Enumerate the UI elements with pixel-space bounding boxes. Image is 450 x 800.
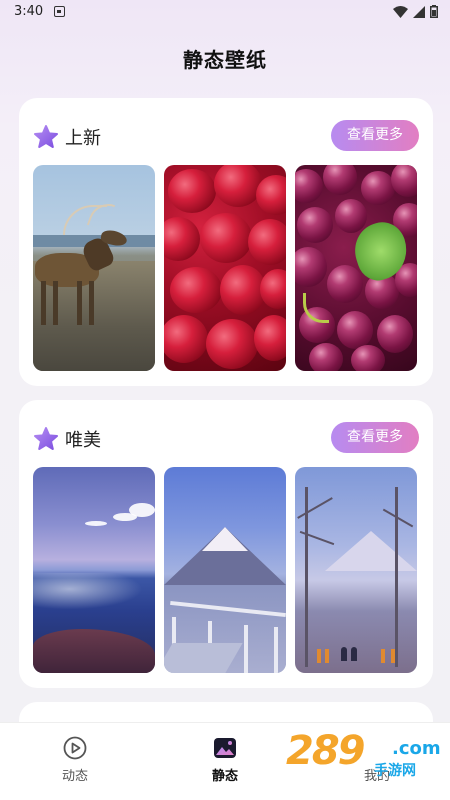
wifi-icon: [393, 5, 408, 18]
section-header: 唯美: [33, 422, 101, 456]
section-header: 上新: [33, 120, 101, 154]
play-circle-icon: [63, 736, 87, 760]
notification-icon: [54, 6, 65, 17]
wallpaper-thumb-winter-path[interactable]: [295, 467, 417, 673]
tab-label: 动态: [61, 769, 88, 784]
star-icon: [34, 125, 58, 148]
wallpaper-row: [33, 165, 419, 371]
page-title: 静态壁纸: [183, 48, 267, 72]
battery-icon: [430, 5, 438, 18]
section-card-new: 上新 查看更多: [19, 98, 433, 386]
wallpaper-thumb-grapes[interactable]: [295, 165, 417, 371]
wallpaper-thumb-raspberries[interactable]: [164, 165, 286, 371]
image-icon: [214, 738, 236, 758]
status-bar: 3:40: [0, 0, 450, 26]
tab-dynamic[interactable]: 动态: [30, 735, 120, 784]
wallpaper-thumb-seascape[interactable]: [33, 467, 155, 673]
view-more-button[interactable]: 查看更多: [331, 422, 419, 453]
wallpaper-row: [33, 467, 419, 673]
watermark-number: 289: [286, 728, 365, 774]
signal-icon: [413, 5, 425, 18]
view-more-button[interactable]: 查看更多: [331, 120, 419, 151]
wallpaper-thumb-mount-fuji[interactable]: [164, 467, 286, 673]
star-icon: [34, 427, 58, 450]
section-card-beautiful: 唯美 查看更多: [19, 400, 433, 688]
watermark-logo: 289 .com 手游网: [286, 728, 446, 788]
tab-label: 静态: [211, 769, 238, 784]
watermark-sub: 手游网: [374, 763, 416, 779]
status-icons: [393, 5, 438, 18]
wallpaper-thumb-elk[interactable]: [33, 165, 155, 371]
watermark-suffix: .com: [392, 738, 441, 759]
status-time: 3:40: [14, 4, 44, 19]
section-title: 上新: [65, 128, 101, 149]
section-title: 唯美: [65, 430, 101, 451]
tab-static[interactable]: 静态: [180, 735, 270, 784]
